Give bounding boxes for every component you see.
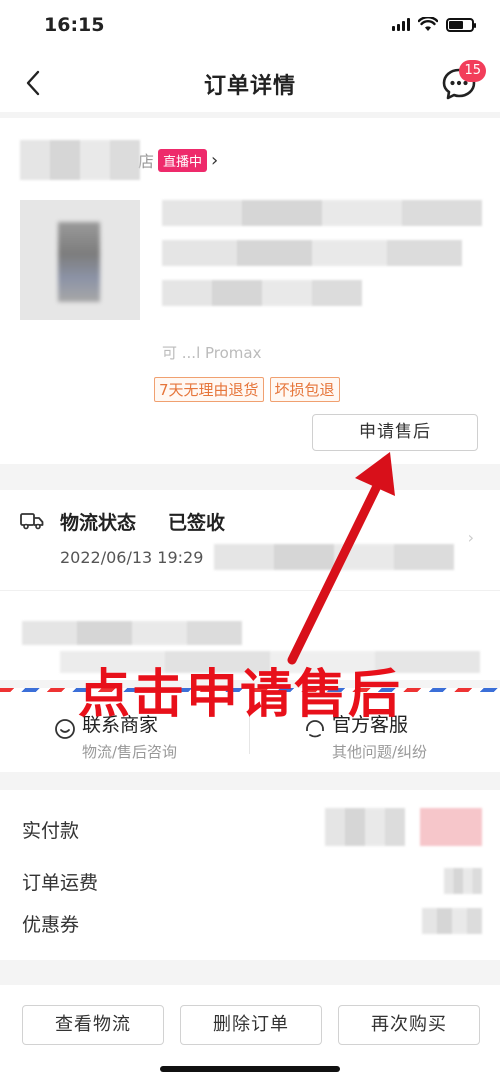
chat-icon: [55, 719, 75, 739]
shipping-label: 订单运费: [22, 872, 99, 894]
receiver-redacted: [22, 621, 242, 645]
view-logistics-button[interactable]: 查看物流: [22, 1005, 164, 1045]
logistics-status: 已签收: [168, 512, 226, 534]
wifi-icon: [418, 17, 438, 31]
shop-name-redacted: [20, 140, 140, 180]
chevron-right-icon: ›: [211, 149, 219, 171]
battery-icon: [446, 17, 476, 32]
merchant-subtitle: 物流/售后咨询: [82, 743, 178, 761]
status-time: 16:15: [44, 14, 105, 36]
service-tags: 7天无理由退货 坏损包退: [154, 377, 340, 402]
page-title: 订单详情: [203, 74, 296, 99]
status-icons: [392, 17, 476, 32]
logistics-detail-redacted: [214, 544, 454, 570]
paid-price-redacted: [420, 808, 482, 846]
home-indicator: [160, 1066, 340, 1072]
apply-after-sale-button[interactable]: 申请售后: [312, 414, 478, 451]
cellular-signal-icon: [392, 18, 410, 31]
shipping-fee-redacted: [444, 868, 482, 894]
product-spec: 可 ...l Promax: [162, 344, 262, 362]
logistics-section[interactable]: 物流状态 已签收 2022/06/13 19:29 ›: [0, 490, 500, 590]
truck-icon: [20, 513, 44, 530]
nav-bar: 订单详情 15: [0, 54, 500, 112]
shop-row[interactable]: 店 直播中 ›: [20, 140, 218, 180]
logistics-time: 2022/06/13 19:29: [60, 548, 204, 567]
logistics-label: 物流状态: [60, 512, 137, 534]
paid-amount-redacted: [325, 808, 405, 846]
chevron-right-icon: ›: [467, 528, 474, 547]
service-tag: 坏损包退: [269, 377, 340, 402]
payment-section: 实付款 订单运费 优惠券: [0, 790, 500, 960]
buy-again-button[interactable]: 再次购买: [338, 1005, 480, 1045]
delete-order-button[interactable]: 删除订单: [180, 1005, 322, 1045]
paid-label: 实付款: [22, 820, 80, 842]
messages-button[interactable]: 15: [440, 60, 486, 102]
annotation-text: 点击申请售后: [78, 665, 403, 725]
shop-name: 店: [138, 152, 155, 171]
service-subtitle: 其他问题/纠纷: [332, 743, 428, 761]
product-title-redacted[interactable]: [162, 200, 482, 320]
coupon-value-redacted: [422, 908, 482, 934]
product-image[interactable]: [20, 200, 140, 320]
status-bar: 16:15: [0, 0, 500, 54]
message-count-badge: 15: [459, 60, 486, 82]
live-badge: 直播中: [158, 148, 208, 172]
coupon-label: 优惠券: [22, 914, 80, 936]
service-tag: 7天无理由退货: [154, 377, 264, 402]
